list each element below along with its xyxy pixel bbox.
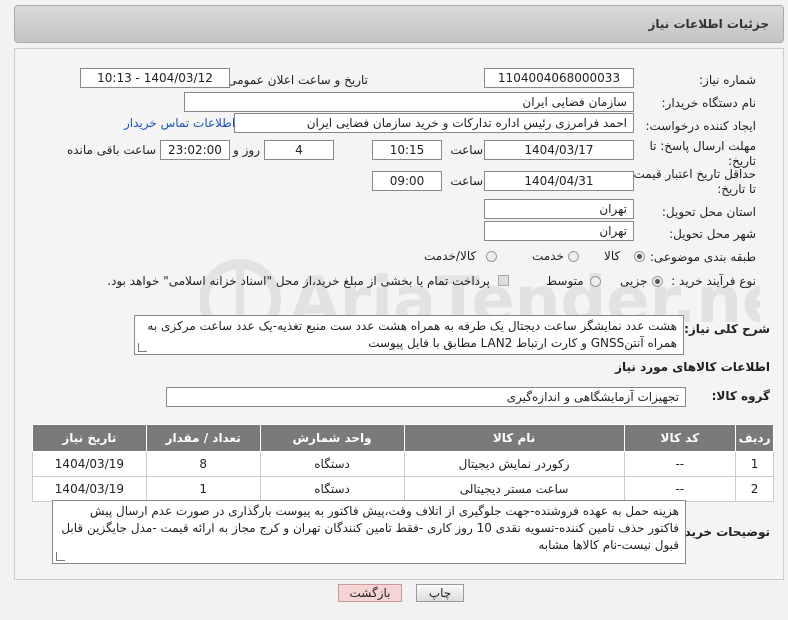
cell-date: 1404/03/19 [32, 476, 147, 502]
col-row: ردیف [735, 424, 774, 452]
table-row: 1 -- رکوردر نمایش دیجیتال دستگاه 8 1404/… [32, 451, 774, 477]
announce-datetime-field[interactable]: 1404/03/12 - 10:13 [80, 68, 230, 88]
page-header: جزئیات اطلاعات نیاز [14, 5, 784, 43]
cell-name: ساعت مستر دیجیتالی [403, 476, 625, 502]
category-radio-goods[interactable] [634, 251, 645, 262]
province-label: استان محل تحویل: [661, 205, 756, 219]
cell-qty: 1 [145, 476, 261, 502]
validity-date-field[interactable]: 1404/04/31 [484, 171, 634, 191]
days-label: روز و [233, 143, 260, 157]
process-option-minor: جزیی [620, 274, 648, 288]
treasury-checkbox[interactable] [498, 275, 509, 286]
col-name: نام کالا [403, 424, 625, 452]
category-option-goods-service: کالا/خدمت [424, 249, 477, 263]
buyer-org-label: نام دستگاه خریدار: [661, 96, 757, 110]
cell-qty: 8 [145, 451, 261, 477]
process-label: نوع فرآیند خرید : [671, 274, 756, 288]
process-option-medium: متوسط [546, 274, 584, 288]
province-field[interactable]: تهران [484, 199, 634, 219]
cell-code: -- [623, 451, 737, 477]
goods-table: ردیف کد کالا نام کالا واحد شمارش تعداد /… [32, 424, 774, 502]
col-qty: تعداد / مقدار [145, 424, 261, 452]
city-field[interactable]: تهران [484, 221, 634, 241]
category-radio-goods-service[interactable] [486, 251, 497, 262]
buyer-contact-link[interactable]: اطلاعات تماس خریدار [124, 116, 235, 130]
remaining-time-field[interactable]: 23:02:00 [160, 140, 230, 160]
process-radio-medium[interactable] [590, 276, 601, 287]
process-radio-minor[interactable] [652, 276, 663, 287]
cell-unit: دستگاه [259, 451, 405, 477]
category-radio-service[interactable] [568, 251, 579, 262]
validity-time-label: ساعت [450, 174, 483, 188]
deadline-time-label: ساعت [450, 143, 483, 157]
buyer-notes-textarea[interactable]: هزینه حمل به عهده فروشنده-جهت جلوگیری از… [52, 500, 686, 564]
need-number-field[interactable]: 1104004068000033 [484, 68, 634, 88]
description-textarea[interactable]: هشت عدد نمایشگر ساعت دیجتال یک طرفه به ه… [134, 315, 684, 355]
goods-group-label: گروه کالا: [711, 389, 770, 403]
cell-row: 2 [735, 476, 774, 502]
table-row: 2 -- ساعت مستر دیجیتالی دستگاه 1 1404/03… [32, 476, 774, 502]
days-remaining-field[interactable]: 4 [264, 140, 334, 160]
goods-group-field[interactable]: تجهیزات آزمایشگاهی و اندازه‌گیری [166, 387, 686, 407]
col-code: کد کالا [623, 424, 737, 452]
cell-unit: دستگاه [259, 476, 405, 502]
col-date: تاریخ نیاز [32, 424, 147, 452]
print-button[interactable]: چاپ [416, 584, 464, 602]
buyer-notes-text: هزینه حمل به عهده فروشنده-جهت جلوگیری از… [61, 504, 679, 552]
payment-note: پرداخت تمام یا بخشی از مبلغ خرید،از محل … [107, 274, 490, 288]
validity-label: حداقل تاریخ اعتبار قیمت: تا تاریخ: [629, 167, 756, 196]
requester-label: ایجاد کننده درخواست: [645, 119, 756, 133]
announce-label: تاریخ و ساعت اعلان عمومی: [223, 73, 368, 87]
city-label: شهر محل تحویل: [669, 227, 756, 241]
need-number-label: شماره نیاز: [699, 73, 756, 87]
category-label: طبقه بندی موضوعی: [649, 250, 756, 264]
description-text: هشت عدد نمایشگر ساعت دیجتال یک طرفه به ه… [147, 319, 677, 350]
cell-code: -- [623, 476, 737, 502]
deadline-time-field[interactable]: 10:15 [372, 140, 442, 160]
deadline-label: مهلت ارسال پاسخ: تا تاریخ: [649, 139, 756, 168]
resize-grip-icon[interactable] [138, 343, 147, 352]
remaining-label: ساعت باقی مانده [66, 143, 156, 157]
category-option-goods: کالا [604, 249, 621, 263]
cell-date: 1404/03/19 [32, 451, 147, 477]
requester-field[interactable]: احمد فرامرزی رئیس اداره تدارکات و خرید س… [234, 113, 634, 133]
validity-time-field[interactable]: 09:00 [372, 171, 442, 191]
deadline-date-field[interactable]: 1404/03/17 [484, 140, 634, 160]
buyer-org-field[interactable]: سازمان فضایی ایران [184, 92, 634, 112]
description-label: شرح کلی نیاز: [684, 322, 770, 336]
col-unit: واحد شمارش [259, 424, 405, 452]
page-title: جزئیات اطلاعات نیاز [648, 17, 769, 31]
back-button[interactable]: بازگشت [338, 584, 402, 602]
cell-name: رکوردر نمایش دیجیتال [403, 451, 625, 477]
resize-grip-icon[interactable] [56, 552, 65, 561]
goods-section-title: اطلاعات کالاهای مورد نیاز [615, 360, 770, 374]
cell-row: 1 [735, 451, 774, 477]
category-option-service: خدمت [532, 249, 564, 263]
